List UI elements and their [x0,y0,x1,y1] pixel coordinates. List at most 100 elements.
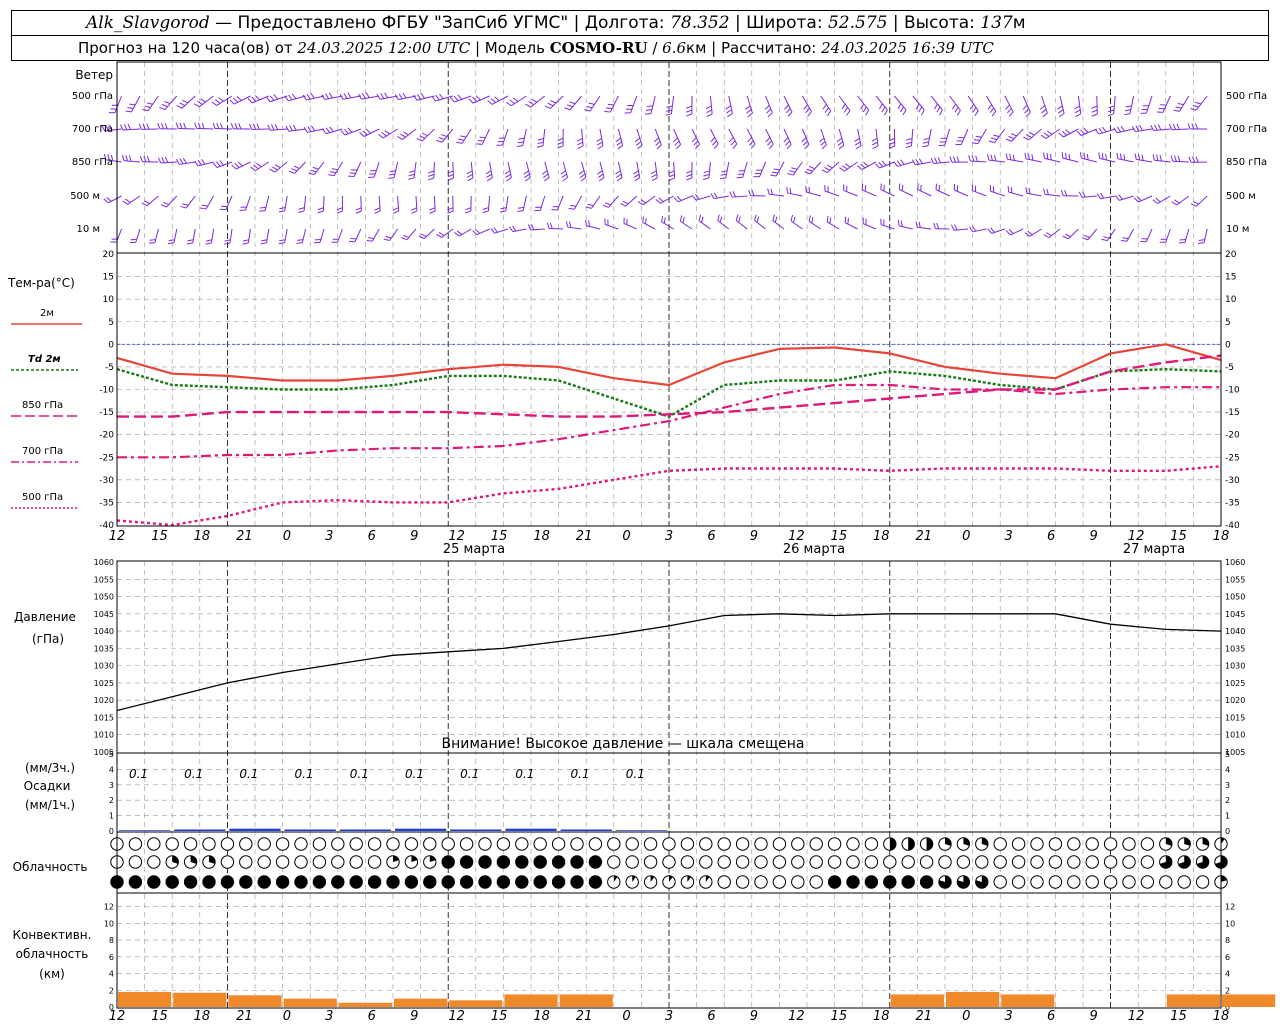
wind-barb [285,124,306,132]
wind-barb-feather [157,122,161,129]
cloud-fill [570,855,584,869]
cloud-symbol [404,875,419,889]
wind-barb-feather [418,235,425,240]
wind-barb-staff [274,161,288,173]
wind-barb-feather [974,110,979,117]
cloud-symbol [312,875,327,889]
wind-barb-feather [214,99,221,104]
wind-barb-feather [821,169,828,174]
wind-barb-feather [256,123,260,130]
wind-barb-feather [1141,154,1144,161]
wind-barb-feather [651,177,658,182]
wind-barb-staff [586,225,601,230]
cloud-symbol [478,855,492,869]
wind-barb [278,195,288,213]
wind-barb [269,161,288,173]
wind-barb [394,92,417,101]
wind-barb-feather [1080,152,1082,159]
wind-barb-feather [380,93,385,99]
wind-barb [506,95,527,107]
wind-barb-feather [1091,113,1098,117]
wind-barb [1116,152,1134,163]
wind-barb-feather [703,170,710,173]
wind-barb-feather [807,111,812,117]
wind-barb-feather [1113,127,1118,134]
wind-barb-feather [486,173,492,178]
wind-barb [871,128,879,150]
wind-barb-feather [194,160,199,167]
wind-barb-feather [234,163,240,168]
cloud-symbol [919,855,934,869]
wind-barb-feather [808,186,811,193]
cloud-circle [993,875,1007,889]
temp-ytick-right: -30 [1225,476,1240,486]
wind-barb-feather [686,105,693,109]
wind-barb-feather [224,242,231,245]
wind-barb [525,95,546,108]
wind-barb-staff [625,195,638,207]
wind-barb-feather [950,224,955,231]
cloud-circle [533,837,547,851]
wind-barb [249,123,269,130]
x-tick-label-bottom: 9 [410,1009,418,1024]
wind-barb [824,185,840,197]
wind-barb-staff [591,195,601,209]
wind-barb-feather [918,221,921,228]
cloud-circle [717,837,731,851]
wind-barb-staff [709,95,713,114]
cloud-fill [166,875,179,889]
wind-barb [1076,127,1097,136]
wind-barb-feather [194,122,198,129]
wind-barb-feather [844,216,847,223]
cloud-circle [791,837,805,851]
wind-barb-staff [708,161,711,178]
wind-barb-feather [668,170,675,174]
x-tick-label-top: 18 [873,529,890,544]
wind-barb-feather [726,109,732,114]
wind-barb-feather [713,143,719,149]
wind-barb-feather [490,228,496,234]
wind-barb [938,128,951,147]
wind-barb [578,161,587,182]
wind-barb-staff [234,95,251,105]
temp-ytick-right: 10 [1225,295,1237,305]
wind-barb-feather [993,134,1000,138]
wind-barb [986,154,1005,163]
wind-barb-feather [385,236,392,239]
cloud-symbol [239,875,253,889]
cloud-symbol [680,855,695,869]
wind-barb-feather [695,194,700,200]
wind-barb-staff [1203,228,1208,243]
wind-barb-feather [1024,108,1030,114]
wind-barb-feather [285,125,290,132]
wind-barb-feather [256,162,262,168]
cloud-symbol [386,855,400,869]
wind-barb-feather [896,160,902,166]
x-tick-label-bottom: 9 [1089,1009,1097,1024]
wind-barb-staff [949,95,961,111]
cloud-symbol [662,837,676,851]
legend-500-label: 500 гПа [22,492,63,503]
wind-barb [397,128,417,140]
cloud-symbol [588,875,603,889]
wind-barb [897,219,913,230]
wind-barb-staff [284,195,288,211]
wind-barb [368,161,380,178]
wind-barb [265,94,288,103]
wind-barb-feather [454,231,460,237]
wind-barb-feather [146,156,150,163]
cloud-symbol [220,837,235,851]
x-tick-label-bottom: 15 [1170,1009,1187,1024]
temp-ytick-right: -10 [1225,386,1240,396]
wind-barb-feather [183,122,187,129]
cloud-symbol [570,855,584,869]
wind-barb-staff [742,161,748,178]
x-tick-label-bottom: 0 [283,1009,291,1024]
wind-barb-staff [135,228,141,243]
wind-barb-feather [125,110,132,113]
wind-barb-feather [1177,155,1181,162]
cloud-fill [534,875,547,889]
wind-barb-feather [298,207,305,210]
wind-barb-feather [650,170,657,175]
wind-barb-feather [721,170,728,173]
